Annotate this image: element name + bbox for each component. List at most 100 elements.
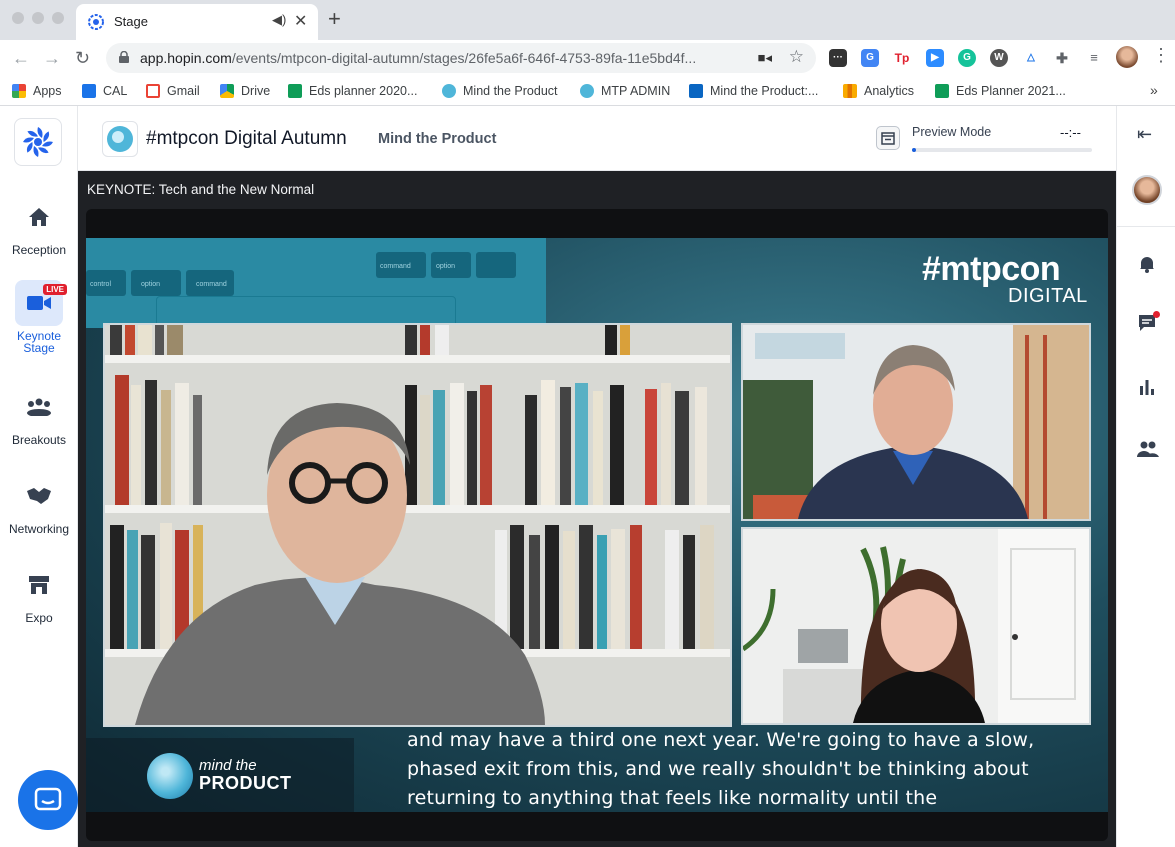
bookmark-cal[interactable]: CAL xyxy=(82,81,127,101)
extension-tp-icon[interactable]: Tp xyxy=(893,49,911,67)
collapse-panel-icon[interactable]: ⇤ xyxy=(1137,124,1152,145)
video-player[interactable]: control option command command option #m… xyxy=(86,209,1108,841)
right-rail: ⇤ xyxy=(1116,106,1175,847)
extension-dots-icon[interactable]: ··· xyxy=(829,49,847,67)
nav-item-expo[interactable]: Expo xyxy=(0,562,78,624)
hopin-logo-icon xyxy=(23,127,53,157)
calendar-icon xyxy=(881,132,895,145)
grammarly-icon[interactable]: G xyxy=(958,49,976,67)
event-organiser[interactable]: Mind the Product xyxy=(378,131,496,147)
camera-icon[interactable]: ■◂ xyxy=(758,50,772,66)
bookmark-label: Mind the Product xyxy=(463,84,558,98)
speaker-video-main xyxy=(103,323,732,727)
event-header: #mtpcon Digital Autumn Mind the Product … xyxy=(78,106,1116,171)
mtp-logo-icon xyxy=(147,753,193,799)
bookmark-label: Eds Planner 2021... xyxy=(956,84,1066,98)
chevron-double-right-icon[interactable]: » xyxy=(1150,82,1158,98)
mtp-icon xyxy=(580,84,594,98)
office-scene xyxy=(743,325,1089,519)
bookmark-gmail[interactable]: Gmail xyxy=(146,81,200,101)
key-label: control xyxy=(90,281,112,288)
puzzle-icon[interactable]: ✚ xyxy=(1053,49,1071,67)
tab-title: Stage xyxy=(114,14,148,29)
nav-label: Breakouts xyxy=(11,433,67,447)
home-icon xyxy=(15,194,63,240)
new-tab-button[interactable]: + xyxy=(328,8,341,30)
speaker-video-top-right xyxy=(741,323,1091,521)
browser-tab[interactable]: Stage ◀) ✕ xyxy=(76,4,318,40)
brand-subtitle: DIGITAL xyxy=(1008,285,1088,307)
bookmark-label: Eds planner 2020... xyxy=(309,84,418,98)
bookmark-label: CAL xyxy=(103,84,128,98)
left-navigation: Reception LIVE Keynote Stage Breakouts N… xyxy=(0,106,78,847)
back-arrow-icon[interactable]: ← xyxy=(12,46,30,70)
nav-item-networking[interactable]: Networking xyxy=(0,473,78,535)
mind-the-product-badge: mind the PRODUCT xyxy=(86,738,354,812)
drive-icon[interactable]: △ xyxy=(1022,49,1040,67)
key-label: command xyxy=(196,281,227,288)
user-avatar[interactable] xyxy=(1132,175,1162,205)
hopin-logo[interactable] xyxy=(14,118,62,166)
calendar-icon xyxy=(82,84,96,98)
menu-kebab-icon[interactable]: ⋮ xyxy=(1152,45,1170,66)
bookmark-eds-planner-2020[interactable]: Eds planner 2020... xyxy=(288,81,417,101)
address-bar[interactable]: app.hopin.com/events/mtpcon-digital-autu… xyxy=(106,43,816,73)
reload-icon[interactable]: ↻ xyxy=(75,46,90,70)
storefront-icon xyxy=(15,562,63,608)
bookmark-label: Mind the Product:... xyxy=(710,84,819,98)
speaker-icon[interactable]: ◀) xyxy=(272,12,286,28)
bookmark-drive[interactable]: Drive xyxy=(220,81,270,101)
lock-icon xyxy=(119,51,129,63)
badge-line-1: mind the xyxy=(199,757,257,774)
bookmark-label: Gmail xyxy=(167,84,200,98)
support-chat-button[interactable] xyxy=(18,770,78,830)
profile-avatar[interactable] xyxy=(1116,46,1138,68)
url-text: app.hopin.com/events/mtpcon-digital-autu… xyxy=(140,50,740,66)
people-icon[interactable] xyxy=(1137,440,1159,460)
nav-item-breakouts[interactable]: Breakouts xyxy=(0,384,78,446)
calendar-button[interactable] xyxy=(876,126,900,150)
forward-arrow-icon[interactable]: → xyxy=(43,46,61,70)
closed-captions: and may have a third one next year. We'r… xyxy=(407,726,1087,812)
nav-label: Reception xyxy=(11,243,67,257)
group-icon xyxy=(15,384,63,430)
translate-icon[interactable]: G xyxy=(861,49,879,67)
window-zoom-button[interactable] xyxy=(52,12,64,24)
stage-session-title: KEYNOTE: Tech and the New Normal xyxy=(87,182,315,197)
nav-item-reception[interactable]: Reception xyxy=(0,194,78,256)
bookmark-analytics[interactable]: Analytics xyxy=(843,81,914,101)
window-minimize-button[interactable] xyxy=(32,12,44,24)
brand-hashtag: #mtpcon xyxy=(922,250,1061,288)
bookmark-apps[interactable]: Apps xyxy=(12,81,62,101)
bookmark-label: Apps xyxy=(33,84,62,98)
apps-grid-icon xyxy=(12,84,26,98)
close-icon[interactable]: ✕ xyxy=(294,11,307,31)
zoom-icon[interactable]: ▶ xyxy=(926,49,944,67)
chat-icon xyxy=(34,787,62,811)
polls-bar-chart-icon[interactable] xyxy=(1137,377,1157,397)
analytics-icon xyxy=(843,84,857,98)
bookmark-mind-the-product-linkedin[interactable]: Mind the Product:... xyxy=(689,81,818,101)
window-close-button[interactable] xyxy=(12,12,24,24)
caption-line: and may have a third one next year. We'r… xyxy=(407,729,1035,751)
event-logo xyxy=(102,121,138,157)
bookmark-mind-the-product[interactable]: Mind the Product xyxy=(442,81,558,101)
video-camera-icon: LIVE xyxy=(15,280,67,326)
media-queue-icon[interactable]: ≡ xyxy=(1085,49,1103,67)
wordpress-icon[interactable]: W xyxy=(990,49,1008,67)
linkedin-icon xyxy=(689,84,703,98)
bookmark-star-icon[interactable]: ☆ xyxy=(789,47,804,67)
bell-icon[interactable] xyxy=(1137,254,1157,274)
caption-line: phased exit from this, and we really sho… xyxy=(407,758,1029,780)
nav-item-keynote-stage[interactable]: LIVE Keynote Stage xyxy=(0,280,78,354)
bookmark-mtp-admin[interactable]: MTP ADMIN xyxy=(580,81,670,101)
drive-icon xyxy=(220,84,234,98)
bookmark-label: MTP ADMIN xyxy=(601,84,671,98)
bookmark-eds-planner-2021[interactable]: Eds Planner 2021... xyxy=(935,81,1066,101)
chat-message-icon[interactable] xyxy=(1137,311,1160,333)
video-stream: control option command command option #m… xyxy=(86,238,1108,812)
key-label: option xyxy=(141,281,161,288)
bookmark-label: Analytics xyxy=(864,84,915,98)
live-badge: LIVE xyxy=(43,284,67,295)
url-path: /events/mtpcon-digital-autumn/stages/26f… xyxy=(231,50,697,66)
